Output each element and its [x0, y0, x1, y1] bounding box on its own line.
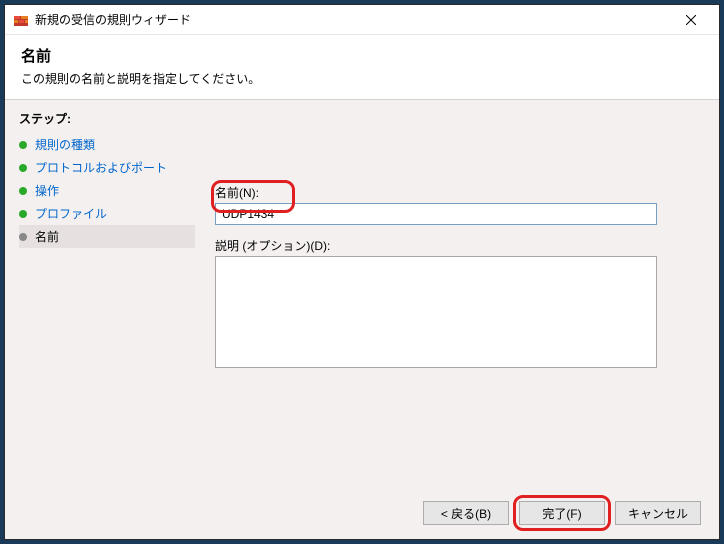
bullet-icon	[19, 233, 27, 241]
bullet-icon	[19, 164, 27, 172]
description-label: 説明 (オプション)(D):	[215, 237, 695, 254]
step-label: プロファイル	[35, 205, 107, 222]
titlebar: 新規の受信の規則ウィザード	[5, 5, 719, 35]
step-label: プロトコルおよびポート	[35, 159, 167, 176]
step-profile[interactable]: プロファイル	[19, 202, 195, 225]
body: ステップ: 規則の種類 プロトコルおよびポート 操作 プロファイル 名前	[5, 99, 719, 489]
header: 名前 この規則の名前と説明を指定してください。	[5, 35, 719, 99]
cancel-button[interactable]: キャンセル	[615, 501, 701, 525]
wizard-window: 新規の受信の規則ウィザード 名前 この規則の名前と説明を指定してください。 ステ…	[4, 4, 720, 540]
name-input[interactable]	[215, 203, 657, 225]
bullet-icon	[19, 141, 27, 149]
step-label: 名前	[35, 228, 59, 245]
footer: < 戻る(B) 完了(F) キャンセル	[5, 489, 719, 539]
sidebar: ステップ: 規則の種類 プロトコルおよびポート 操作 プロファイル 名前	[5, 100, 195, 489]
page-title: 名前	[21, 45, 703, 66]
finish-button[interactable]: 完了(F)	[519, 501, 605, 525]
step-name[interactable]: 名前	[19, 225, 195, 248]
back-button[interactable]: < 戻る(B)	[423, 501, 509, 525]
steps-heading: ステップ:	[19, 110, 195, 127]
name-label: 名前(N):	[215, 184, 695, 201]
step-label: 規則の種類	[35, 136, 95, 153]
close-button[interactable]	[671, 6, 711, 34]
bullet-icon	[19, 210, 27, 218]
bullet-icon	[19, 187, 27, 195]
step-protocol-ports[interactable]: プロトコルおよびポート	[19, 156, 195, 179]
step-label: 操作	[35, 182, 59, 199]
page-subtitle: この規則の名前と説明を指定してください。	[21, 70, 703, 87]
content: 名前(N): 説明 (オプション)(D):	[195, 100, 719, 489]
firewall-icon	[13, 12, 29, 28]
step-action[interactable]: 操作	[19, 179, 195, 202]
window-title: 新規の受信の規則ウィザード	[35, 11, 671, 28]
step-rule-type[interactable]: 規則の種類	[19, 133, 195, 156]
description-input[interactable]	[215, 256, 657, 368]
